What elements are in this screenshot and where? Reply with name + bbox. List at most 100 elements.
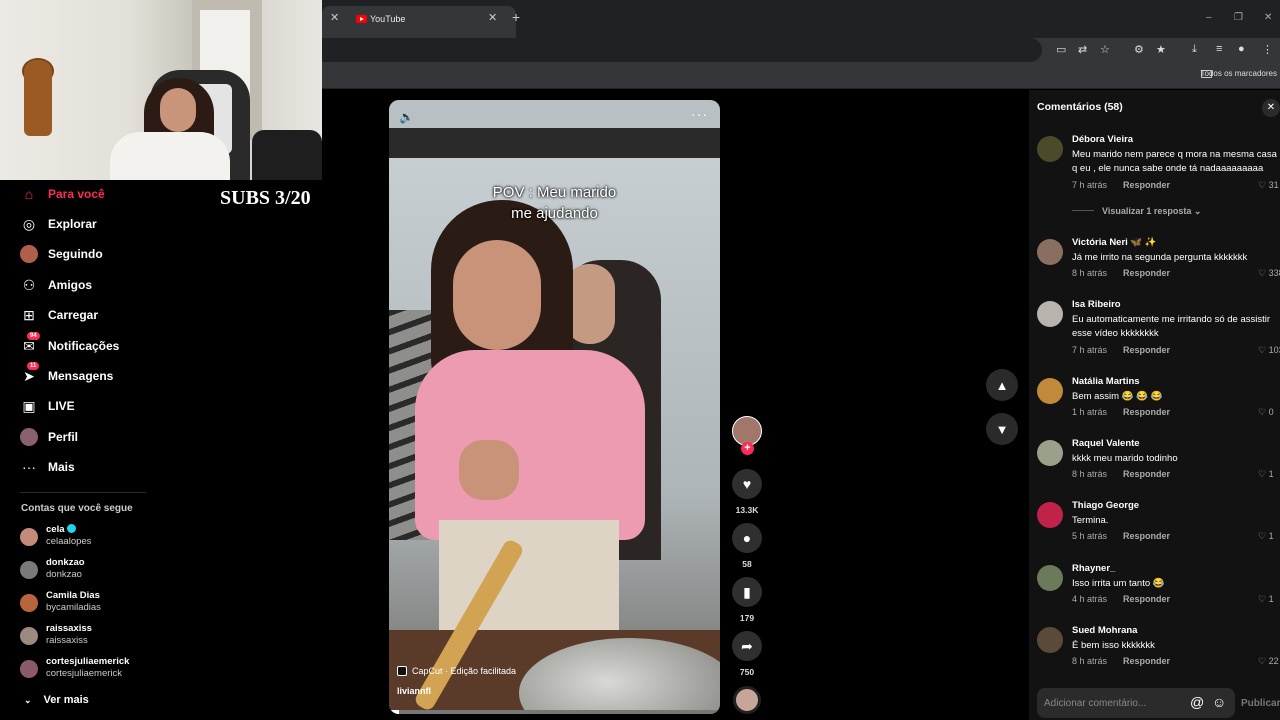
comment-likes[interactable]: ♡ 1 bbox=[1258, 594, 1274, 605]
comment-input[interactable]: Adicionar comentário... @ ☺ bbox=[1037, 688, 1235, 718]
comment-text: Já me irrito na segunda pergunta kkkkkkk bbox=[1072, 252, 1248, 263]
comment-author[interactable]: Sued Mohrana bbox=[1072, 625, 1137, 636]
volume-icon[interactable]: 🔈 bbox=[399, 110, 414, 124]
sidebar-item-following[interactable]: Seguindo bbox=[20, 242, 103, 266]
youtube-icon bbox=[356, 15, 367, 23]
cast-icon[interactable]: ▭ bbox=[1056, 43, 1066, 56]
sidebar-item-upload[interactable]: ⊞ Carregar bbox=[20, 303, 98, 327]
following-account[interactable]: cela celaalopes bbox=[20, 524, 170, 550]
account-handle: cortesjuliaemerick bbox=[46, 668, 123, 679]
tab-youtube[interactable]: ✕ YouTube ✕ bbox=[322, 6, 516, 38]
avatar[interactable] bbox=[1037, 440, 1063, 466]
sidebar-item-more[interactable]: ··· Mais bbox=[20, 455, 75, 479]
video-progress-bar[interactable] bbox=[389, 710, 720, 714]
capcut-tag[interactable]: CapCut · Edição facilitada bbox=[397, 666, 516, 676]
comment-likes[interactable]: ♡ 103 bbox=[1258, 345, 1280, 356]
video-author[interactable]: liviannfl bbox=[397, 686, 431, 696]
like-count: 13.3K bbox=[735, 505, 759, 515]
reply-button[interactable]: Responder bbox=[1123, 531, 1170, 541]
notification-icon: ✉ 94 bbox=[20, 332, 40, 355]
comment-author[interactable]: Isa Ribeiro bbox=[1072, 299, 1121, 310]
new-tab-icon[interactable]: + bbox=[512, 9, 520, 25]
reply-button[interactable]: Responder bbox=[1123, 656, 1170, 666]
extension-icon[interactable]: ⚙ bbox=[1134, 43, 1144, 56]
share-button[interactable]: ➦ 750 bbox=[732, 631, 762, 677]
reply-button[interactable]: Responder bbox=[1123, 268, 1170, 278]
woman-in-video bbox=[453, 240, 541, 350]
see-more-button[interactable]: ⌄ Ver mais bbox=[24, 694, 89, 706]
minimize-icon[interactable]: – bbox=[1206, 12, 1212, 23]
next-video-button[interactable]: ▼ bbox=[986, 413, 1018, 445]
like-button[interactable]: ♥ 13.3K bbox=[732, 469, 762, 515]
close-icon[interactable]: ✕ bbox=[1262, 99, 1280, 117]
progress-fill bbox=[389, 710, 399, 714]
like-count: 1 bbox=[1268, 594, 1274, 604]
more-options-icon[interactable]: ··· bbox=[691, 106, 708, 122]
sidebar-item-profile[interactable]: Perfil bbox=[20, 425, 78, 449]
following-account[interactable]: raissaxiss raissaxiss bbox=[20, 623, 170, 649]
avatar[interactable] bbox=[1037, 502, 1063, 528]
bookmark-star-icon[interactable]: ★ bbox=[1156, 43, 1166, 56]
avatar[interactable] bbox=[1037, 627, 1063, 653]
previous-video-button[interactable]: ▲ bbox=[986, 369, 1018, 401]
mention-icon[interactable]: @ bbox=[1190, 694, 1204, 710]
emoji-icon[interactable]: ☺ bbox=[1212, 694, 1226, 710]
reply-button[interactable]: Responder bbox=[1123, 345, 1170, 355]
reply-button[interactable]: Responder bbox=[1123, 469, 1170, 479]
save-button[interactable]: ▮ 179 bbox=[732, 577, 762, 623]
maximize-icon[interactable]: ❐ bbox=[1234, 12, 1243, 23]
sidebar-item-messages[interactable]: ➤ 11 Mensagens bbox=[20, 362, 113, 388]
menu-icon[interactable]: ⋮ bbox=[1262, 43, 1273, 56]
comment-likes[interactable]: ♡ 1 bbox=[1258, 531, 1274, 542]
comment-likes[interactable]: ♡ 0 bbox=[1258, 407, 1274, 418]
tab-close-icon[interactable]: ✕ bbox=[488, 11, 497, 24]
comment-author[interactable]: Rhayner_ bbox=[1072, 563, 1115, 574]
comment-likes[interactable]: ♡ 1 bbox=[1258, 469, 1274, 480]
video-player[interactable]: POV : Meu marido me ajudando 🔈 ··· CapCu… bbox=[389, 100, 720, 714]
avatar[interactable] bbox=[1037, 239, 1063, 265]
comment-author[interactable]: Débora Vieira bbox=[1072, 134, 1133, 145]
all-bookmarks[interactable]: Todos os marcadores bbox=[1201, 69, 1277, 78]
comment-author[interactable]: Thiago George bbox=[1072, 500, 1139, 511]
account-handle: donkzao bbox=[46, 569, 82, 580]
star-icon[interactable]: ☆ bbox=[1100, 43, 1110, 56]
comment-likes[interactable]: ♡ 31 bbox=[1258, 180, 1279, 191]
following-account[interactable]: donkzao donkzao bbox=[20, 557, 170, 583]
following-account[interactable]: cortesjuliaemerick cortesjuliaemerick bbox=[20, 656, 170, 682]
reply-button[interactable]: Responder bbox=[1123, 594, 1170, 604]
media-icon[interactable]: ≡ bbox=[1216, 43, 1222, 55]
comment-author[interactable]: Raquel Valente bbox=[1072, 438, 1140, 449]
avatar[interactable] bbox=[1037, 301, 1063, 327]
follow-plus-icon[interactable]: + bbox=[741, 442, 754, 455]
download-icon[interactable]: ⤓ bbox=[1192, 43, 1197, 56]
profile-icon[interactable]: ● bbox=[1238, 43, 1245, 55]
publish-button[interactable]: Publicar bbox=[1241, 698, 1280, 709]
music-disc-icon[interactable] bbox=[733, 686, 761, 714]
following-account[interactable]: Camila Dias bycamiladias bbox=[20, 590, 170, 616]
reply-button[interactable]: Responder bbox=[1123, 407, 1170, 417]
sidebar-item-for-you[interactable]: ⌂ Para você bbox=[20, 182, 105, 206]
sidebar-item-explore[interactable]: ◎ Explorar bbox=[20, 212, 97, 236]
window-close-icon[interactable]: ✕ bbox=[1264, 12, 1272, 23]
avatar[interactable] bbox=[1037, 378, 1063, 404]
sidebar-item-notifications[interactable]: ✉ 94 Notificações bbox=[20, 332, 119, 358]
comment-text: Meu marido nem parece q mora na mesma ca… bbox=[1072, 149, 1277, 174]
avatar[interactable] bbox=[1037, 136, 1063, 162]
translate-icon[interactable]: ⇄ bbox=[1078, 43, 1087, 56]
comment-button[interactable]: ● 58 bbox=[732, 523, 762, 569]
comments-panel: Comentários (58) ✕ Débora Vieira Meu mar… bbox=[1029, 90, 1280, 720]
sidebar-item-live[interactable]: ▣ LIVE bbox=[20, 394, 74, 418]
account-name: Camila Dias bbox=[46, 590, 100, 601]
comment-likes[interactable]: ♡ 338 bbox=[1258, 268, 1280, 279]
comment-meta: 8 h atrás Responder bbox=[1072, 469, 1170, 479]
avatar[interactable] bbox=[1037, 565, 1063, 591]
sidebar-item-friends[interactable]: ⚇ Amigos bbox=[20, 273, 92, 297]
comment-author[interactable]: Natália Martins bbox=[1072, 376, 1140, 387]
reply-button[interactable]: Responder bbox=[1123, 180, 1170, 190]
sidebar-item-label: Mais bbox=[48, 460, 75, 474]
comment-author[interactable]: Victória Neri 🦋 ✨ bbox=[1072, 237, 1157, 248]
close-icon[interactable]: ✕ bbox=[330, 11, 339, 24]
url-input[interactable] bbox=[322, 38, 1042, 62]
comment-likes[interactable]: ♡ 22 bbox=[1258, 656, 1279, 667]
view-replies-button[interactable]: Visualizar 1 resposta ⌄ bbox=[1072, 206, 1201, 217]
